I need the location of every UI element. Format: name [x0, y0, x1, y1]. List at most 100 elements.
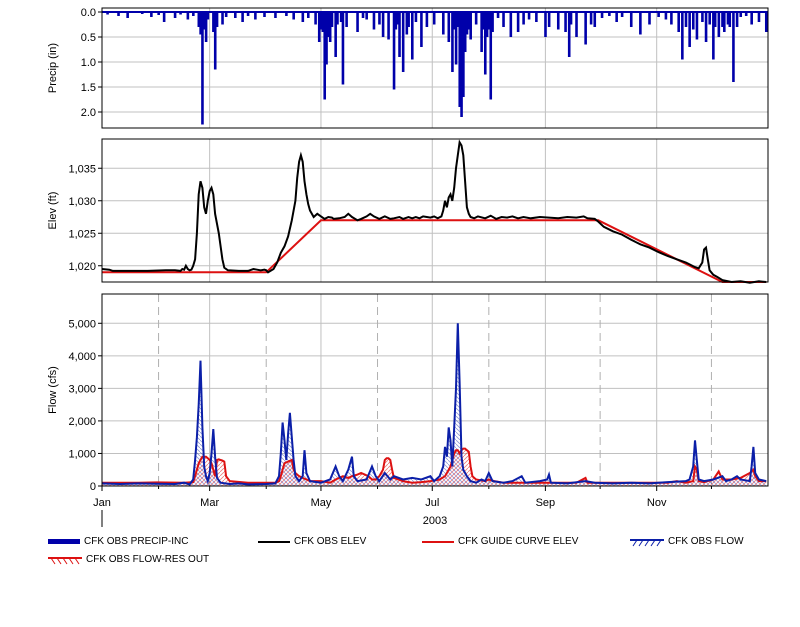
precip-bar [330, 12, 334, 27]
precip-bar [341, 12, 345, 85]
precip-bar [589, 12, 593, 25]
precip-bar [254, 12, 257, 20]
precip-panel: 0.0 0.5 1.0 1.5 2.0 Precip (in) [47, 7, 769, 129]
y-tick-label: 2,000 [68, 416, 96, 428]
precip-bar [569, 12, 573, 25]
precip-bar [535, 12, 538, 22]
precip-bar [584, 12, 587, 45]
precip-bar [691, 12, 695, 30]
y-tick-label: 1,025 [68, 228, 96, 240]
precip-bar [381, 12, 385, 37]
precip-bar [670, 12, 673, 25]
x-tick-label: Nov [647, 497, 667, 509]
precip-bar [301, 12, 305, 22]
precip-bar [735, 12, 739, 27]
precip-bar [241, 12, 244, 22]
precip-bar [442, 12, 445, 35]
precip-bar [556, 12, 560, 30]
precip-bar [491, 12, 494, 32]
precip-bar [704, 12, 708, 42]
plot-area [102, 139, 768, 282]
legend-label: CFK OBS FLOW [668, 536, 744, 547]
precip-bar [398, 12, 401, 57]
precip-bar [681, 12, 684, 60]
precip-bar [387, 12, 390, 40]
legend-label: CFK OBS FLOW-RES OUT [86, 554, 210, 565]
precip-bar [420, 12, 423, 47]
y-tick-label: 1,000 [68, 448, 96, 460]
precip-bar [564, 12, 567, 32]
legend-item-elev: CFK OBS ELEV [258, 536, 366, 547]
precip-bar [407, 12, 410, 27]
elevation-panel: 1,020 1,025 1,030 1,035 Elev (ft) [47, 138, 769, 284]
precip-bar [701, 12, 704, 22]
x-year-label: 2003 [423, 515, 447, 527]
precip-bar [509, 12, 513, 37]
precip-bar [575, 12, 578, 37]
precip-bar [677, 12, 680, 32]
y-axis-label: Flow (cfs) [47, 366, 59, 414]
x-tick-label: Mar [200, 497, 219, 509]
legend-item-flow: CFK OBS FLOW [630, 536, 744, 547]
precip-bar [708, 12, 712, 25]
y-axis-label: Elev (ft) [47, 192, 59, 230]
precip-bar [206, 12, 210, 20]
precip-bar [547, 12, 551, 27]
y-axis-label: Precip (in) [47, 43, 59, 93]
precip-bar [764, 12, 768, 32]
precip-bar [356, 12, 359, 32]
precip-bar [522, 12, 525, 25]
precip-bar [717, 12, 721, 37]
y-tick-label: 5,000 [68, 318, 96, 330]
precip-bar [378, 12, 381, 25]
precip-bar [516, 12, 520, 32]
precip-bar [615, 12, 618, 22]
precip-bar [414, 12, 418, 22]
precip-bar [372, 12, 376, 30]
precip-bar [664, 12, 668, 20]
y-tick-label: 0.0 [81, 7, 96, 19]
y-tick-label: 4,000 [68, 351, 96, 363]
precip-bar [292, 12, 295, 20]
precip-bar [728, 12, 732, 27]
y-tick-label: 1,035 [68, 163, 96, 175]
precip-bar [757, 12, 761, 22]
legend-item-res-out: CFK OBS FLOW-RES OUT [48, 554, 209, 565]
flow-panel: 0 1,000 2,000 3,000 4,000 5,000 Flow (cfs) [47, 293, 769, 493]
precip-bar [527, 12, 531, 20]
precip-bar [639, 12, 642, 35]
precip-bar [750, 12, 753, 25]
precip-bar [544, 12, 547, 37]
precip-bar [410, 12, 414, 60]
precip-bar [345, 12, 348, 27]
precip-bar [401, 12, 405, 72]
precip-bar [215, 12, 219, 27]
legend-label: CFK OBS ELEV [294, 536, 367, 547]
precip-bar [684, 12, 688, 27]
legend-item-precip: CFK OBS PRECIP-INC [48, 536, 188, 547]
precip-bar [688, 12, 691, 47]
legend-label: CFK GUIDE CURVE ELEV [458, 536, 579, 547]
x-tick-label: Sep [536, 497, 556, 509]
precip-bar [432, 12, 436, 25]
x-tick-label: Jul [425, 497, 439, 509]
y-tick-label: 2.0 [81, 107, 96, 119]
precip-bar [186, 12, 190, 20]
x-tick-label: Jan [93, 497, 111, 509]
precip-bar [648, 12, 651, 25]
precip-bar [365, 12, 368, 20]
legend: CFK OBS PRECIP-INC CFK OBS ELEV CFK GUID… [0, 530, 800, 590]
precip-bar [221, 12, 224, 25]
y-tick-label: 3,000 [68, 383, 96, 395]
precip-bar [469, 12, 472, 40]
x-tick-label: May [311, 497, 332, 509]
y-tick-label: 0.5 [81, 32, 96, 44]
precip-bar [629, 12, 633, 27]
precip-bar [695, 12, 699, 40]
precip-bar [723, 12, 726, 32]
precip-bar [162, 12, 166, 22]
time-axis: Jan Mar May Jul Sep Nov 2003 [93, 486, 712, 527]
precip-bar [593, 12, 597, 27]
y-tick-label: 1.5 [81, 82, 96, 94]
precip-bar [502, 12, 505, 27]
